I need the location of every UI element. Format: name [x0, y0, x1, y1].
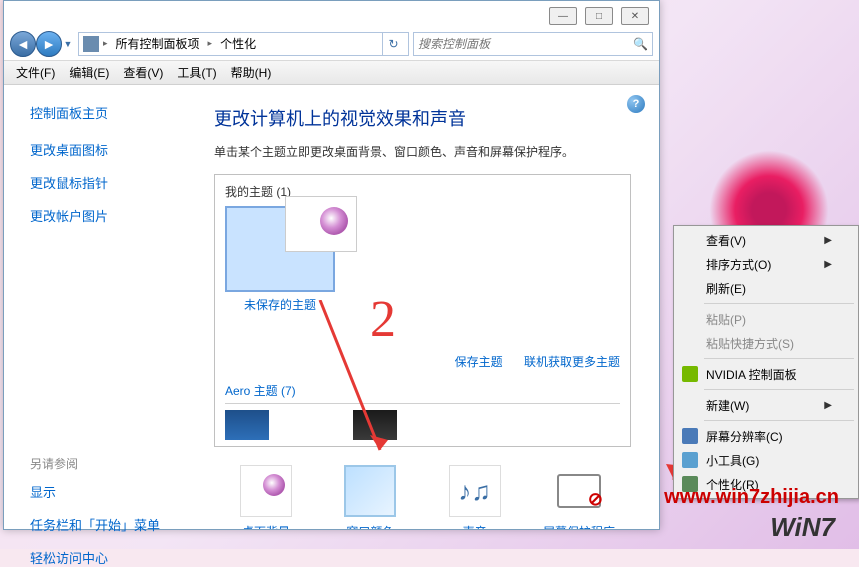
gadget-icon: [682, 452, 698, 468]
menu-help[interactable]: 帮助(H): [225, 62, 278, 83]
nav-bar: ◄ ► ▼ ▸ 所有控制面板项 ▸ 个性化 ↻ 🔍: [4, 27, 659, 61]
get-more-themes-link[interactable]: 联机获取更多主题: [524, 355, 620, 369]
sound-icon: ♪♫: [449, 465, 501, 517]
page-description: 单击某个主题立即更改桌面背景、窗口颜色、声音和屏幕保护程序。: [214, 143, 631, 160]
refresh-button[interactable]: ↻: [382, 33, 404, 55]
window-color-icon: [344, 465, 396, 517]
screensaver-button[interactable]: 屏幕保护程序 无: [529, 465, 629, 529]
menubar: 文件(F) 编辑(E) 查看(V) 工具(T) 帮助(H): [4, 61, 659, 85]
ctx-view[interactable]: 查看(V)▶: [676, 228, 856, 252]
wallpaper-title: 桌面背景: [216, 523, 316, 529]
annotation-number-2: 2: [370, 290, 396, 349]
win7-logo: WiN7: [770, 512, 835, 543]
window-body: 控制面板主页 更改桌面图标 更改鼠标指针 更改帐户图片 另请参阅 显示 任务栏和…: [4, 85, 659, 529]
sidebar-home[interactable]: 控制面板主页: [30, 103, 194, 122]
ctx-separator: [704, 389, 854, 390]
ctx-separator: [704, 358, 854, 359]
maximize-button[interactable]: □: [585, 7, 613, 25]
ctx-sort[interactable]: 排序方式(O)▶: [676, 252, 856, 276]
page-title: 更改计算机上的视觉效果和声音: [214, 105, 631, 131]
see-also-label: 另请参阅: [30, 455, 194, 472]
sidebar-desktop-icons[interactable]: 更改桌面图标: [30, 140, 194, 159]
ctx-separator: [704, 303, 854, 304]
ctx-resolution[interactable]: 屏幕分辨率(C): [676, 424, 856, 448]
search-box[interactable]: 🔍: [413, 32, 653, 56]
sidebar: 控制面板主页 更改桌面图标 更改鼠标指针 更改帐户图片 另请参阅 显示 任务栏和…: [4, 85, 204, 529]
menu-tools[interactable]: 工具(T): [171, 62, 222, 83]
desktop-context-menu: 查看(V)▶ 排序方式(O)▶ 刷新(E) 粘贴(P) 粘贴快捷方式(S) NV…: [673, 225, 859, 499]
sidebar-taskbar[interactable]: 任务栏和「开始」菜单: [30, 515, 194, 534]
breadcrumb[interactable]: ▸ 所有控制面板项 ▸ 个性化 ↻: [78, 32, 409, 56]
theme-name: 未保存的主题: [225, 296, 335, 313]
wallpaper-preview: [285, 196, 357, 252]
breadcrumb-sep: ▸: [103, 38, 108, 49]
wallpaper-icon: [240, 465, 292, 517]
sidebar-account-picture[interactable]: 更改帐户图片: [30, 206, 194, 225]
ctx-paste-shortcut: 粘贴快捷方式(S): [676, 331, 856, 355]
breadcrumb-sep: ▸: [208, 38, 213, 49]
submenu-arrow-icon: ▶: [824, 400, 832, 411]
ctx-gadgets[interactable]: 小工具(G): [676, 448, 856, 472]
forward-button[interactable]: ►: [36, 31, 62, 57]
sidebar-display[interactable]: 显示: [30, 482, 194, 501]
resolution-icon: [682, 428, 698, 444]
ctx-nvidia[interactable]: NVIDIA 控制面板: [676, 362, 856, 386]
themes-container: 我的主题 (1) 未保存的主题 保存主题 联机获取更多主题 Aero 主题 (7…: [214, 174, 631, 447]
desktop-background-button[interactable]: 桌面背景 Internet Explorer Wallpaper: [216, 465, 316, 529]
search-icon[interactable]: 🔍: [633, 37, 648, 51]
nav-history-dropdown[interactable]: ▼: [62, 31, 74, 57]
menu-file[interactable]: 文件(F): [10, 62, 61, 83]
aero-theme-1[interactable]: [225, 410, 269, 440]
window-color-button[interactable]: 窗口颜色 天空: [320, 465, 420, 529]
screensaver-title: 屏幕保护程序: [529, 523, 629, 529]
sounds-button[interactable]: ♪♫ 声音 Windows 默认: [425, 465, 525, 529]
bottom-settings-row: 桌面背景 Internet Explorer Wallpaper 窗口颜色 天空…: [214, 465, 631, 529]
menu-view[interactable]: 查看(V): [117, 62, 169, 83]
back-button[interactable]: ◄: [10, 31, 36, 57]
ctx-refresh[interactable]: 刷新(E): [676, 276, 856, 300]
sound-title: 声音: [425, 523, 525, 529]
breadcrumb-part[interactable]: 所有控制面板项: [112, 35, 204, 52]
ctx-paste: 粘贴(P): [676, 307, 856, 331]
window-color-title: 窗口颜色: [320, 523, 420, 529]
ctx-separator: [704, 420, 854, 421]
nvidia-icon: [682, 366, 698, 382]
aero-themes-label: Aero 主题 (7): [225, 382, 620, 404]
screensaver-icon: [553, 465, 605, 517]
nav-buttons: ◄ ► ▼: [10, 31, 74, 57]
close-button[interactable]: ✕: [621, 7, 649, 25]
aero-theme-2[interactable]: [353, 410, 397, 440]
minimize-button[interactable]: —: [549, 7, 577, 25]
aero-themes-strip: [225, 410, 620, 440]
personalization-window: — □ ✕ ◄ ► ▼ ▸ 所有控制面板项 ▸ 个性化 ↻ 🔍 文件(F) 编辑…: [3, 0, 660, 530]
main-content: ? 更改计算机上的视觉效果和声音 单击某个主题立即更改桌面背景、窗口颜色、声音和…: [204, 85, 659, 529]
sidebar-ease-of-access[interactable]: 轻松访问中心: [30, 548, 194, 567]
submenu-arrow-icon: ▶: [824, 235, 832, 246]
search-input[interactable]: [418, 37, 633, 51]
ctx-new[interactable]: 新建(W)▶: [676, 393, 856, 417]
breadcrumb-part[interactable]: 个性化: [216, 35, 260, 52]
submenu-arrow-icon: ▶: [824, 259, 832, 270]
window-controls: — □ ✕: [549, 7, 649, 27]
watermark-url: www.win7zhijia.cn: [664, 486, 839, 509]
theme-actions: 保存主题 联机获取更多主题: [225, 353, 620, 370]
theme-unsaved[interactable]: 未保存的主题: [225, 206, 335, 313]
help-icon[interactable]: ?: [627, 95, 645, 113]
control-panel-icon: [83, 36, 99, 52]
sidebar-mouse-pointers[interactable]: 更改鼠标指针: [30, 173, 194, 192]
menu-edit[interactable]: 编辑(E): [63, 62, 115, 83]
save-theme-link[interactable]: 保存主题: [455, 355, 503, 369]
theme-thumbnail: [225, 206, 335, 292]
